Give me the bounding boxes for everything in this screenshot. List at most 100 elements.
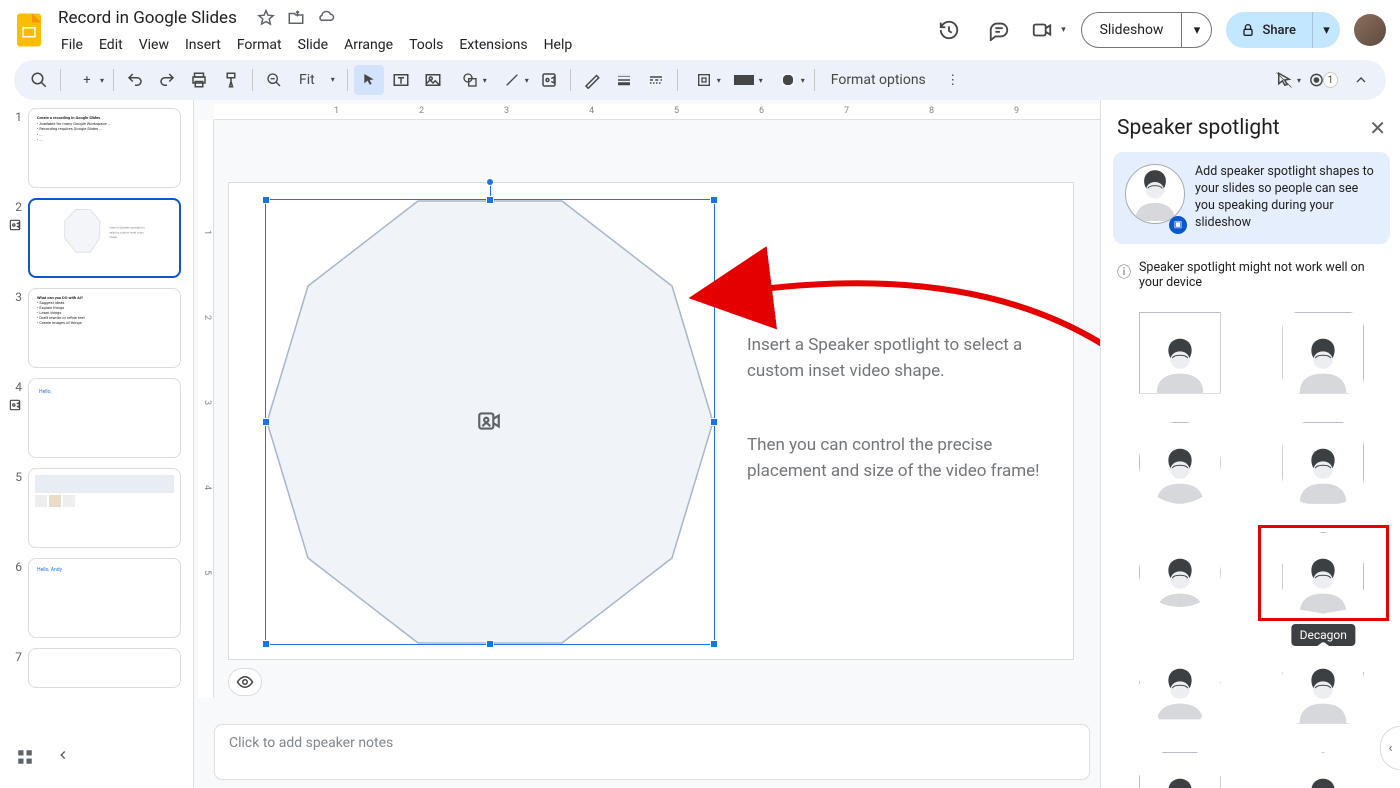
slide-thumbnail-5[interactable] — [28, 468, 181, 548]
cloud-status-icon[interactable] — [317, 9, 335, 27]
spotlight-indicator-icon — [8, 218, 22, 236]
star-icon[interactable] — [257, 9, 275, 27]
shape-option-diamond[interactable] — [1263, 750, 1385, 788]
zoom-out-button[interactable] — [259, 65, 289, 95]
document-title[interactable]: Record in Google Slides — [54, 6, 241, 30]
resize-handle-nw[interactable] — [262, 196, 270, 204]
menu-slide[interactable]: Slide — [291, 33, 335, 57]
share-dropdown[interactable]: ▾ — [1312, 12, 1340, 48]
collapse-filmstrip-button[interactable] — [56, 748, 70, 770]
shape-option-ellipse[interactable] — [1119, 530, 1241, 616]
slideshow-button[interactable]: Slideshow ▾ — [1081, 12, 1213, 48]
svg-text:select a custom inset video: select a custom inset video — [109, 230, 144, 234]
record-menu[interactable]: ▾ — [1031, 12, 1067, 48]
menu-file[interactable]: File — [54, 33, 90, 57]
menu-insert[interactable]: Insert — [178, 33, 228, 57]
panel-info-text: Add speaker spotlight shapes to your sli… — [1195, 164, 1378, 232]
visibility-button[interactable] — [228, 668, 262, 696]
shape-option-circle[interactable] — [1119, 420, 1241, 506]
slide-text-1[interactable]: Insert a Speaker spotlight to select a c… — [747, 333, 1067, 384]
shape-option-square[interactable] — [1119, 310, 1241, 396]
slide-number: 3 — [8, 288, 22, 368]
speaker-notes-area[interactable]: Click to add speaker notes — [214, 724, 1090, 780]
filmstrip[interactable]: 1Create a recording in Google Slides• Av… — [0, 100, 194, 788]
resize-handle-w[interactable] — [262, 418, 270, 426]
resize-handle-n[interactable] — [486, 196, 494, 204]
panel-warning: ⓘ Speaker spotlight might not work well … — [1113, 256, 1390, 294]
shape-option-squircle[interactable] — [1263, 420, 1385, 506]
slides-logo[interactable] — [12, 8, 46, 52]
slide-thumbnail-2[interactable]: Insert a Speaker spotlight toselect a cu… — [28, 198, 181, 278]
undo-button[interactable] — [120, 65, 150, 95]
lock-icon — [1240, 22, 1256, 38]
account-avatar[interactable] — [1354, 14, 1386, 46]
comments-icon[interactable] — [981, 12, 1017, 48]
menu-arrange[interactable]: Arrange — [337, 33, 400, 57]
spotlight-badge-icon: ▣ — [1169, 216, 1187, 234]
shape-option-octagon[interactable] — [1119, 750, 1241, 788]
textbox-tool[interactable] — [386, 65, 416, 95]
close-panel-button[interactable]: ✕ — [1369, 116, 1386, 140]
image-tool[interactable] — [418, 65, 448, 95]
menu-format[interactable]: Format — [230, 33, 289, 57]
rotation-handle[interactable] — [486, 178, 494, 186]
format-options-button[interactable]: Format options — [821, 72, 936, 88]
slide-thumbnail-7[interactable] — [28, 648, 181, 688]
menu-tools[interactable]: Tools — [402, 33, 450, 57]
slide-canvas[interactable]: Insert a Speaker spotlight to select a c… — [228, 182, 1074, 660]
info-icon: ⓘ — [1117, 262, 1131, 290]
slide-thumbnail-3[interactable]: What can you DO with AI?• Suggest ideas•… — [28, 288, 181, 368]
aspect-ratio-button[interactable] — [726, 65, 766, 95]
slide-thumbnail-6[interactable]: Hello, Andy — [28, 558, 181, 638]
selection-box[interactable] — [265, 199, 715, 645]
slide-thumbnail-1[interactable]: Create a recording in Google Slides• Ava… — [28, 108, 181, 188]
border-color-button[interactable] — [577, 65, 607, 95]
horizontal-ruler: 123456789 — [214, 104, 1100, 120]
grid-view-button[interactable] — [16, 748, 34, 770]
shape-option-pentagon[interactable] — [1263, 640, 1385, 726]
slide-number: 2 — [8, 198, 22, 214]
shape-tool[interactable] — [450, 65, 490, 95]
collapse-toolbar-button[interactable] — [1346, 65, 1376, 95]
spotlight-tool[interactable] — [534, 65, 564, 95]
menu-edit[interactable]: Edit — [92, 33, 130, 57]
resize-handle-e[interactable] — [710, 418, 718, 426]
resize-handle-ne[interactable] — [710, 196, 718, 204]
history-icon[interactable] — [931, 12, 967, 48]
search-menus-icon[interactable] — [24, 65, 54, 95]
svg-text:shape.: shape. — [109, 235, 118, 239]
slide-number: 7 — [8, 648, 22, 688]
move-icon[interactable] — [287, 9, 305, 27]
mask-button[interactable] — [768, 65, 808, 95]
replace-shape-button[interactable] — [684, 65, 724, 95]
canvas-area[interactable]: 123456789 12345 — [194, 100, 1100, 788]
line-tool[interactable] — [492, 65, 532, 95]
resize-handle-se[interactable] — [710, 640, 718, 648]
more-tools-button[interactable]: ⋮ — [938, 65, 968, 95]
resize-handle-s[interactable] — [486, 640, 494, 648]
border-dash-button[interactable] — [641, 65, 671, 95]
slideshow-dropdown[interactable]: ▾ — [1181, 13, 1211, 47]
resize-handle-sw[interactable] — [262, 640, 270, 648]
redo-button[interactable] — [152, 65, 182, 95]
presenter-count-badge: 1 — [1323, 72, 1338, 88]
shape-option-decagon[interactable]: Decagon — [1263, 530, 1385, 616]
slide-text-2[interactable]: Then you can control the precise placeme… — [747, 433, 1067, 484]
slideshow-label[interactable]: Slideshow — [1082, 13, 1182, 47]
toolbar: + Fit Format options ⋮ 1 — [14, 60, 1386, 100]
select-tool[interactable] — [354, 65, 384, 95]
share-button[interactable]: Share ▾ — [1226, 12, 1340, 48]
new-slide-button[interactable]: + — [67, 65, 107, 95]
motion-tool[interactable] — [1264, 65, 1304, 95]
menu-help[interactable]: Help — [537, 33, 580, 57]
paint-format-button[interactable] — [216, 65, 246, 95]
menu-view[interactable]: View — [132, 33, 176, 57]
shape-option-rounded-square[interactable] — [1263, 310, 1385, 396]
presenter-badge[interactable]: 1 — [1308, 65, 1338, 95]
zoom-level-select[interactable]: Fit — [291, 72, 341, 88]
slide-thumbnail-4[interactable]: Hello, — [28, 378, 181, 458]
border-weight-button[interactable] — [609, 65, 639, 95]
shape-option-hexagon[interactable] — [1119, 640, 1241, 726]
menu-extensions[interactable]: Extensions — [452, 33, 534, 57]
print-button[interactable] — [184, 65, 214, 95]
